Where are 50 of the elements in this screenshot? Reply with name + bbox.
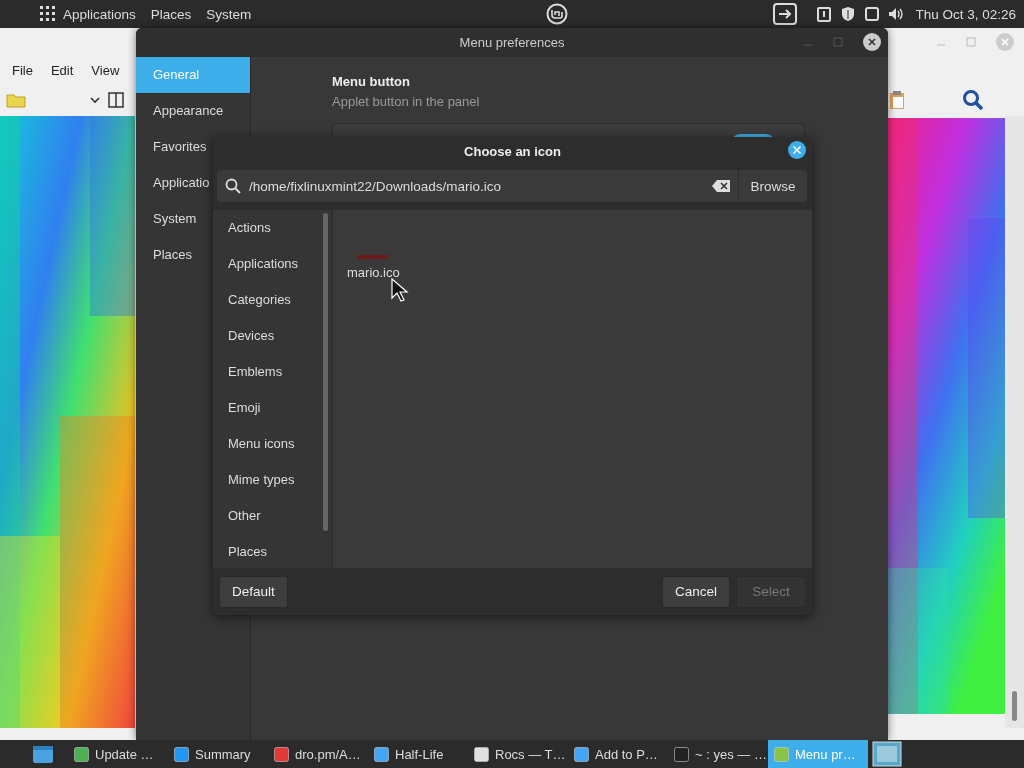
menu-item[interactable]: View (91, 62, 120, 78)
taskbar-item[interactable]: dro.pm/A… (268, 740, 368, 768)
menu-item[interactable]: File (12, 62, 33, 78)
window-title: Menu preferences (459, 35, 565, 50)
clock[interactable]: Thu Oct 3, 02:26 (915, 6, 1016, 22)
close-icon[interactable] (863, 33, 881, 51)
volume-icon[interactable] (888, 7, 905, 21)
category-item[interactable]: Mime types (213, 462, 320, 498)
dialog-button[interactable]: Default (219, 575, 288, 608)
search-icon (225, 178, 241, 194)
file-manager-icon[interactable] (32, 744, 54, 764)
close-icon[interactable] (788, 141, 806, 159)
category-item[interactable]: Emoji (213, 390, 320, 426)
menu-item[interactable]: Edit (50, 62, 74, 78)
taskbar-item[interactable]: Update … (68, 740, 168, 768)
scrollbar[interactable] (320, 210, 333, 568)
dialog-title: Choose an icon (464, 143, 561, 159)
browse-button[interactable]: Browse (739, 170, 807, 202)
taskbar-item[interactable]: ~ : yes — … (668, 740, 768, 768)
category-item[interactable]: Actions (213, 210, 320, 246)
search-field[interactable]: /home/fixlinuxmint22/Downloads/mario.ico (217, 170, 739, 202)
category-item[interactable]: Other (213, 498, 320, 534)
switch-icon[interactable] (773, 3, 798, 25)
taskbar-item[interactable]: Summary (168, 740, 268, 768)
section-title: Menu button (332, 74, 411, 89)
category-item[interactable]: Devices (213, 318, 320, 354)
taskbar-item[interactable]: Half-Life (368, 740, 468, 768)
section-subtitle: Applet button in the panel (332, 94, 481, 109)
category-item[interactable]: Emblems (213, 354, 320, 390)
panel-menu[interactable]: Applications (63, 6, 136, 22)
category-item[interactable]: Categories (213, 282, 320, 318)
search-icon[interactable] (962, 89, 984, 111)
scrollbar[interactable] (1005, 116, 1024, 728)
columns-icon[interactable] (108, 92, 124, 108)
cursor-icon (391, 278, 409, 302)
category-item[interactable]: Places (213, 534, 320, 568)
dialog-button[interactable]: Cancel (661, 575, 730, 608)
mint-logo-icon[interactable] (546, 3, 569, 25)
category-item[interactable]: Menu icons (213, 426, 320, 462)
panel-menu[interactable]: System (206, 6, 252, 22)
category-item[interactable]: Applications (213, 246, 320, 282)
search-input[interactable]: /home/fixlinuxmint22/Downloads/mario.ico (249, 178, 704, 194)
taskbar-item[interactable]: Rocs — T… (468, 740, 568, 768)
icon-label[interactable]: mario.ico (347, 265, 400, 280)
clear-icon[interactable] (712, 180, 730, 192)
taskbar-item[interactable]: Add to P… (568, 740, 668, 768)
apps-grid-icon[interactable] (40, 6, 56, 22)
chevron-down-icon[interactable] (90, 96, 100, 104)
panel-menu[interactable]: Places (150, 6, 192, 22)
sidebar-item[interactable]: Appearance (136, 93, 250, 129)
